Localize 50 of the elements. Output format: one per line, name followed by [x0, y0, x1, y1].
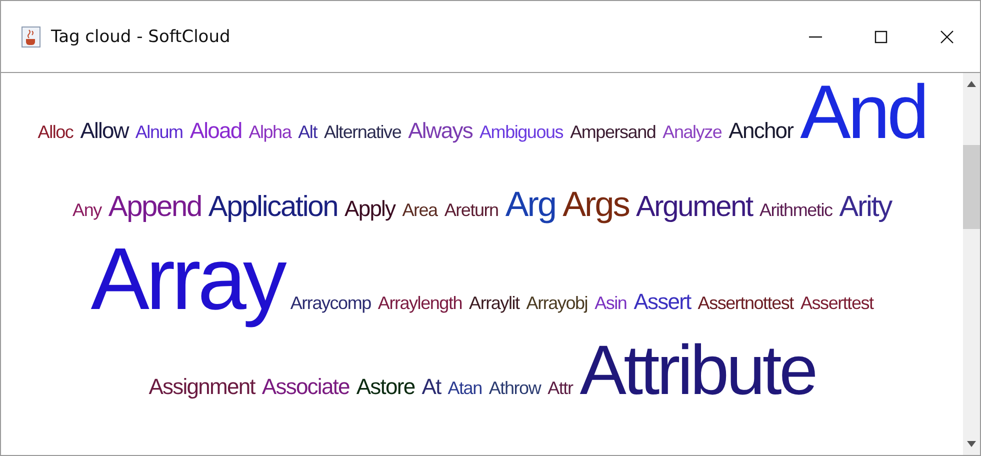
tag-word: Areturn: [444, 200, 498, 222]
tag-word: Apply: [344, 196, 396, 223]
tag-word: Allow: [80, 118, 128, 144]
tag-word: Area: [402, 200, 438, 222]
tag-word: Alloc: [38, 122, 74, 144]
scroll-up-icon[interactable]: [967, 81, 976, 87]
tag-word: Arraycomp: [290, 293, 371, 315]
tag-word: Atan: [448, 378, 482, 400]
tag-word: Attr: [548, 378, 573, 400]
tag-word: Append: [108, 190, 202, 225]
tag-word: And: [800, 69, 926, 157]
window-title: Tag cloud - SoftCloud: [51, 26, 230, 46]
tag-word: At: [422, 374, 441, 400]
tag-word: Assignment: [148, 374, 255, 400]
tag-word: Application: [208, 190, 338, 225]
tag-word: Attribute: [580, 330, 816, 411]
tag-word: Assertnottest: [698, 293, 794, 315]
tag-word: Asserttest: [800, 293, 874, 315]
tag-word: Ampersand: [570, 122, 656, 144]
tag-word: Associate: [262, 374, 350, 400]
tag-word: Asin: [594, 293, 627, 315]
tag-word: Aload: [190, 118, 242, 144]
tag-word: Alnum: [135, 122, 183, 144]
minimize-icon: [808, 36, 822, 38]
tag-word: Alpha: [248, 122, 292, 144]
tag-word: Array: [90, 228, 284, 330]
tag-word: Args: [562, 184, 629, 226]
tag-word: Alt: [298, 122, 317, 144]
tag-word: Arraylit: [469, 293, 520, 315]
close-icon: [940, 30, 954, 44]
tag-word: Alternative: [324, 122, 402, 144]
tag-word: Any: [72, 200, 102, 222]
tag-word: Anchor: [728, 118, 794, 144]
tag-word: Arrayobj: [526, 293, 588, 315]
maximize-icon: [874, 30, 888, 44]
scrollbar-thumb[interactable]: [963, 145, 980, 229]
coffee-cup-icon: [21, 26, 41, 48]
tag-word: Arity: [839, 190, 892, 225]
tag-word: Analyze: [662, 122, 722, 144]
tag-word: Arithmetic: [759, 200, 832, 222]
scroll-down-icon[interactable]: [967, 441, 976, 447]
vertical-scrollbar[interactable]: [963, 73, 980, 455]
tag-word: Assert: [634, 289, 691, 316]
tag-word: Arg: [505, 184, 556, 226]
tag-word: Athrow: [488, 378, 541, 400]
tag-word: Arraylength: [378, 293, 462, 315]
tag-word: Always: [408, 118, 473, 144]
tag-word: Ambiguous: [480, 122, 564, 144]
tag-word: Argument: [636, 190, 752, 225]
tag-word: Astore: [356, 374, 415, 400]
